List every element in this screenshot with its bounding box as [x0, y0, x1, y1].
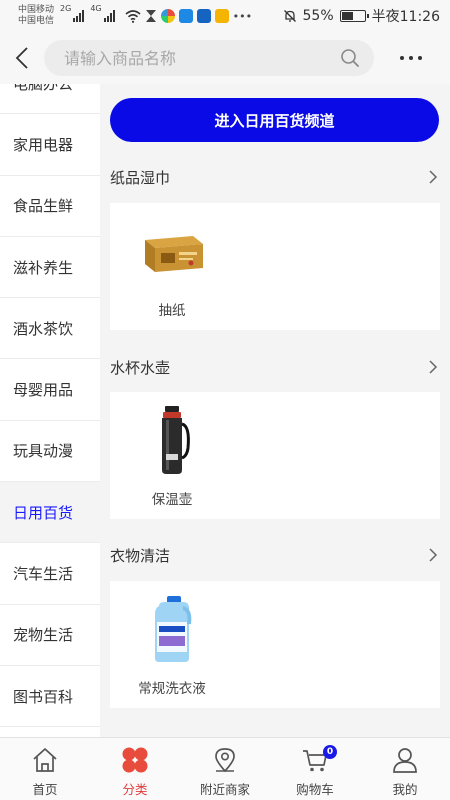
- sidebar-item-label: 宠物生活: [13, 626, 74, 645]
- status-bar: 中国移动 中国电信 2G 4G ••• 55% 半夜11:26: [0, 0, 450, 32]
- sidebar-item-books[interactable]: 图书百科: [0, 665, 100, 728]
- tab-home[interactable]: 首页: [0, 738, 90, 800]
- carrier-1: 中国移动: [18, 5, 55, 15]
- product-name: 保温壶: [151, 492, 193, 508]
- sidebar-item-label: 食品生鲜: [13, 197, 74, 216]
- category-card: 抽纸: [110, 203, 440, 330]
- chevron-right-icon: [429, 548, 438, 562]
- signal-icon: [103, 10, 115, 22]
- laundry-detergent-icon: [136, 593, 208, 665]
- sidebar-item-computer-office[interactable]: 电脑办公: [0, 84, 100, 115]
- sidebar-item-drinks-tea[interactable]: 酒水茶饮: [0, 298, 100, 360]
- sidebar-item-label: 滋补养生: [13, 258, 74, 277]
- hourglass-icon: [145, 10, 156, 22]
- tab-label: 我的: [392, 782, 418, 797]
- tab-label: 附近商家: [199, 782, 250, 797]
- notification-icons: •••: [125, 9, 252, 23]
- clock: 半夜11:26: [371, 9, 440, 25]
- category-title: 水杯水壶: [110, 358, 171, 377]
- sidebar-item-label: 玩具动漫: [13, 442, 74, 461]
- sidebar-item-label: 日用百货: [13, 503, 74, 522]
- search-bar[interactable]: [44, 40, 374, 76]
- location-pin-icon: [210, 745, 240, 775]
- tab-cart[interactable]: 0 购物车: [270, 738, 360, 800]
- sidebar-item-label: 酒水茶饮: [13, 319, 74, 338]
- sidebar-item-maternal-baby[interactable]: 母婴用品: [0, 359, 100, 421]
- battery-icon: [339, 10, 369, 22]
- chevron-left-icon: [15, 47, 28, 69]
- product-item[interactable]: 常规洗衣液: [122, 593, 222, 703]
- more-dot: [400, 56, 404, 60]
- tab-label: 首页: [32, 782, 58, 797]
- sidebar-item-fresh-food[interactable]: 食品生鲜: [0, 175, 100, 237]
- category-header-cups-bottles[interactable]: 水杯水壶: [110, 352, 440, 382]
- category-card: 保温壶: [110, 392, 440, 519]
- product-name: 抽纸: [158, 303, 186, 319]
- mail-icon: [214, 9, 229, 23]
- top-bar: [0, 32, 450, 84]
- carrier-info: 中国移动 中国电信: [18, 5, 54, 27]
- sidebar-item-health-supplements[interactable]: 滋补养生: [0, 236, 100, 299]
- product-item[interactable]: 抽纸: [122, 215, 222, 325]
- app-notification-icon: [160, 9, 175, 23]
- chevron-right-icon: [429, 170, 438, 184]
- sidebar-item-label: 电脑办公: [13, 84, 73, 94]
- sidebar-item-label: 图书百科: [13, 687, 74, 706]
- user-icon: [390, 745, 420, 775]
- cart-count-badge: 0: [323, 745, 337, 759]
- network-type-1: 2G: [60, 4, 72, 13]
- category-title: 衣物清洁: [110, 546, 171, 565]
- home-icon: [30, 745, 60, 775]
- product-item[interactable]: 保温壶: [122, 404, 222, 514]
- tab-mine[interactable]: 我的: [360, 738, 450, 800]
- back-button[interactable]: [0, 32, 44, 84]
- network-type-2: 4G: [90, 4, 102, 13]
- app-notification-icon: [196, 9, 211, 23]
- enter-channel-button[interactable]: 进入日用百货频道: [110, 98, 439, 142]
- sidebar-item-daily-goods[interactable]: 日用百货: [0, 482, 100, 544]
- more-notifications-icon: •••: [232, 9, 253, 23]
- shield-app-icon: [178, 9, 193, 23]
- search-icon[interactable]: [340, 48, 360, 68]
- signal-icon: [73, 10, 85, 22]
- bottom-tab-bar: 首页 分类 附近商家 0 购物车 我的: [0, 737, 450, 800]
- product-name: 常规洗衣液: [138, 681, 206, 697]
- thermos-icon: [136, 404, 208, 476]
- wifi-icon: [125, 9, 141, 23]
- mute-icon: [283, 10, 296, 22]
- chevron-right-icon: [429, 360, 438, 374]
- sidebar-item-home-appliances[interactable]: 家用电器: [0, 114, 100, 176]
- sidebar-item-label: 家用电器: [13, 135, 74, 154]
- battery-percent: 55%: [302, 8, 334, 24]
- tab-label: 分类: [122, 782, 148, 797]
- category-icon: [120, 745, 150, 775]
- sidebar-item-label: 汽车生活: [13, 565, 74, 584]
- more-dot: [409, 56, 413, 60]
- category-title: 纸品湿巾: [110, 168, 171, 187]
- category-header-tissues[interactable]: 纸品湿巾: [110, 162, 440, 192]
- category-sidebar[interactable]: 电脑办公 家用电器 食品生鲜 滋补养生 酒水茶饮 母婴用品 玩具动漫 日用百货 …: [0, 84, 100, 737]
- sidebar-item-pet-life[interactable]: 宠物生活: [0, 604, 100, 666]
- search-input[interactable]: [64, 48, 340, 68]
- tab-category[interactable]: 分类: [90, 738, 180, 800]
- more-button[interactable]: [386, 56, 436, 60]
- category-content: 进入日用百货频道 纸品湿巾 抽纸 水杯水壶 保温壶 衣物清洁 常规洗衣液: [100, 84, 450, 737]
- category-card: 常规洗衣液: [110, 581, 440, 708]
- carrier-2: 中国电信: [18, 16, 55, 26]
- more-dot: [418, 56, 422, 60]
- sidebar-item-label: 母婴用品: [13, 381, 74, 400]
- sidebar-item-auto-life[interactable]: 汽车生活: [0, 543, 100, 605]
- category-header-laundry[interactable]: 衣物清洁: [110, 540, 440, 570]
- tab-label: 购物车: [296, 782, 334, 797]
- tab-nearby-merchants[interactable]: 附近商家: [180, 738, 270, 800]
- tissue-box-icon: [136, 215, 208, 287]
- sidebar-item-toys-anime[interactable]: 玩具动漫: [0, 420, 100, 483]
